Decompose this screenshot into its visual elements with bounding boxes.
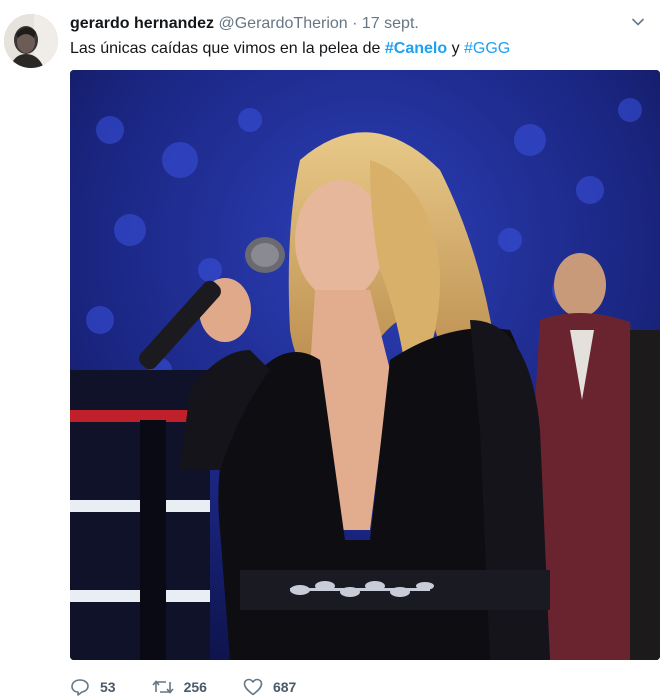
like-button[interactable]: 687 [243,678,296,696]
user-handle[interactable]: @GerardoTherion [218,15,347,32]
tweet-header: gerardo hernandez @GerardoTherion · 17 s… [70,14,419,34]
retweet-button[interactable]: 256 [151,678,207,696]
tweet: gerardo hernandez @GerardoTherion · 17 s… [0,0,668,700]
retweet-count: 256 [183,679,207,695]
retweet-icon [151,680,174,694]
avatar-image [4,14,58,68]
chevron-down-icon[interactable] [630,14,646,30]
tweet-media-photo[interactable] [70,70,660,660]
display-name[interactable]: gerardo hernandez [70,15,214,32]
tweet-date[interactable]: 17 sept. [362,15,419,32]
tweet-text: Las únicas caídas que vimos en la pelea … [70,38,510,60]
like-count: 687 [272,679,297,695]
photo-image [70,70,660,660]
separator-dot: · [352,15,358,32]
avatar[interactable] [4,14,58,68]
hashtag-canelo[interactable]: #Canelo [385,40,447,57]
reply-icon [71,679,89,696]
reply-count: 53 [100,679,116,695]
heart-icon [243,678,263,696]
tweet-actions: 53 256 687 [70,676,332,698]
reply-button[interactable]: 53 [70,678,116,696]
tweet-text-part: Las únicas caídas que vimos en la pelea … [70,40,385,57]
hashtag-ggg[interactable]: #GGG [464,40,510,57]
tweet-text-part: y [447,40,465,57]
